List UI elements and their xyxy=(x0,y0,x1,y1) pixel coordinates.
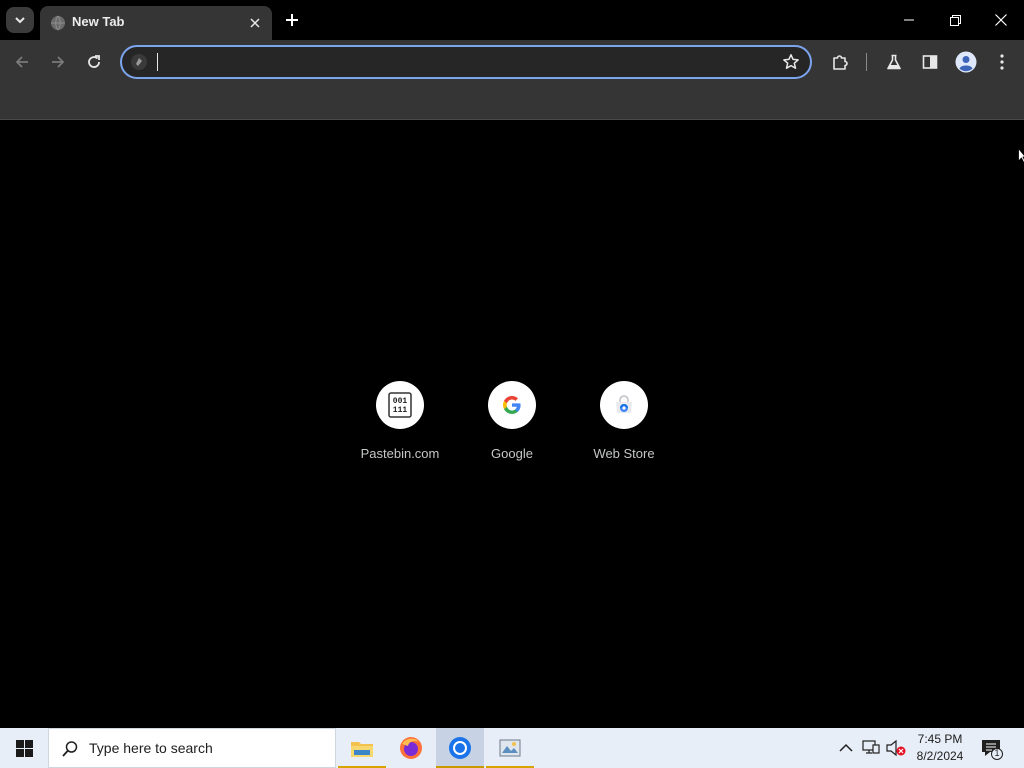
globe-icon xyxy=(51,15,65,31)
chrome-labs-button[interactable] xyxy=(882,50,906,74)
omnibox-input[interactable] xyxy=(162,51,762,73)
svg-text:111: 111 xyxy=(393,406,408,415)
tab-title: New Tab xyxy=(72,14,125,29)
taskbar-file-explorer[interactable] xyxy=(338,728,386,768)
search-placeholder: Type here to search xyxy=(89,740,213,756)
clock-time: 7:45 PM xyxy=(917,732,963,746)
shortcut-label: Web Store xyxy=(593,446,655,461)
browser-toolbar xyxy=(0,40,1024,85)
more-vert-icon xyxy=(1000,54,1004,70)
forward-button[interactable] xyxy=(46,50,70,74)
side-panel-icon xyxy=(922,55,938,69)
profile-avatar-icon xyxy=(955,51,977,73)
back-button[interactable] xyxy=(10,50,34,74)
puzzle-icon xyxy=(833,55,848,70)
search-icon xyxy=(62,741,78,757)
toolbar-separator xyxy=(866,53,867,71)
bookmark-bar xyxy=(0,85,1024,120)
volume-muted-icon[interactable] xyxy=(886,739,906,757)
image-app-icon xyxy=(499,739,521,757)
minimize-icon xyxy=(904,19,914,21)
new-tab-page: 001 111 Pastebin.com Google Web Store xyxy=(0,121,1024,728)
tab-search-button[interactable] xyxy=(6,7,34,33)
svg-text:001: 001 xyxy=(393,397,408,406)
network-icon[interactable] xyxy=(862,739,880,757)
clock-date: 8/2/2024 xyxy=(916,749,964,763)
shortcut-google[interactable]: Google xyxy=(456,381,568,465)
arrow-right-icon xyxy=(52,56,65,68)
file-explorer-icon xyxy=(351,742,373,757)
minimize-button[interactable] xyxy=(886,0,932,40)
shortcut-tile: 001 111 xyxy=(376,381,424,429)
taskbar-search-box[interactable]: Type here to search xyxy=(48,728,336,768)
menu-button[interactable] xyxy=(990,50,1014,74)
start-button[interactable] xyxy=(0,728,48,768)
plus-icon xyxy=(286,14,298,26)
google-icon xyxy=(503,396,521,414)
web-store-icon xyxy=(616,395,632,413)
reload-button[interactable] xyxy=(82,50,106,74)
shortcut-label: Pastebin.com xyxy=(360,446,440,461)
new-tab-button[interactable] xyxy=(280,8,304,32)
profile-button[interactable] xyxy=(954,50,978,74)
chevron-down-icon xyxy=(15,17,25,24)
shortcut-pastebin[interactable]: 001 111 Pastebin.com xyxy=(344,381,456,465)
firefox-icon xyxy=(400,737,422,759)
window-close-button[interactable] xyxy=(978,0,1024,40)
reload-icon xyxy=(88,55,100,68)
shortcut-tile xyxy=(488,381,536,429)
shortcut-tile xyxy=(600,381,648,429)
flask-icon xyxy=(887,54,901,70)
mouse-cursor-icon xyxy=(1018,148,1024,164)
pastebin-icon: 001 111 xyxy=(388,392,412,418)
notification-count: 1 xyxy=(994,748,1000,758)
extensions-button[interactable] xyxy=(828,50,852,74)
taskbar-image-app[interactable] xyxy=(486,728,534,768)
shortcut-label: Google xyxy=(491,446,533,461)
restore-button[interactable] xyxy=(932,0,978,40)
chrome-icon xyxy=(449,737,471,759)
windows-taskbar: Type here to search 7:45 PM 8/2/2024 1 xyxy=(0,728,1024,768)
shortcut-web-store[interactable]: Web Store xyxy=(568,381,680,465)
windows-logo-icon xyxy=(15,739,33,757)
text-caret xyxy=(157,53,158,71)
tab-close-button[interactable] xyxy=(246,14,264,32)
chevron-up-icon[interactable] xyxy=(838,739,854,757)
side-panel-button[interactable] xyxy=(918,50,942,74)
address-bar[interactable] xyxy=(120,45,812,79)
restore-icon xyxy=(949,14,961,26)
taskbar-chrome[interactable] xyxy=(436,728,484,768)
tab-strip: New Tab xyxy=(0,0,1024,40)
tab-new-tab[interactable]: New Tab xyxy=(40,6,272,40)
taskbar-firefox[interactable] xyxy=(387,728,435,768)
arrow-left-icon xyxy=(15,56,28,68)
notification-center-button[interactable]: 1 xyxy=(980,738,1004,760)
system-clock[interactable]: 7:45 PM 8/2/2024 xyxy=(906,731,974,765)
search-engine-icon xyxy=(131,54,147,70)
bookmark-star-icon[interactable] xyxy=(782,53,800,71)
close-icon xyxy=(250,18,260,28)
close-icon xyxy=(995,14,1007,26)
